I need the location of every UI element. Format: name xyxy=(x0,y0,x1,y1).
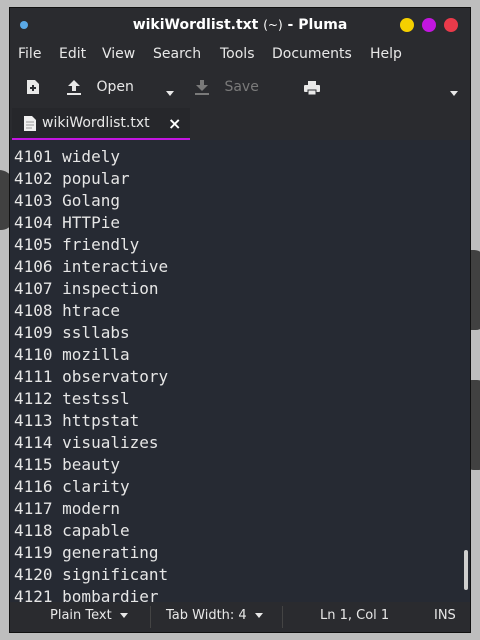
editor-line: 4104 HTTPie xyxy=(14,213,120,232)
menu-search[interactable]: Search xyxy=(153,46,201,62)
chevron-down-icon xyxy=(119,613,128,618)
editor-line: 4105 friendly xyxy=(14,235,140,254)
print-button[interactable] xyxy=(304,80,320,96)
editor-line: 4102 popular xyxy=(14,169,130,188)
chevron-down-icon xyxy=(450,90,458,96)
text-editor[interactable]: 4100 alternative4101 widely4102 popular4… xyxy=(10,140,462,602)
editor-line: 4111 observatory xyxy=(14,367,169,386)
window-title-app: - Pluma xyxy=(287,17,348,33)
window-title-filename: wikiWordlist.txt xyxy=(132,17,259,33)
close-window-button[interactable] xyxy=(444,18,458,32)
syntax-selector[interactable]: Plain Text xyxy=(50,608,128,623)
status-divider xyxy=(282,606,283,628)
insert-mode: INS xyxy=(434,608,456,623)
editor-line: 4110 mozilla xyxy=(14,345,130,364)
upload-arrow-icon xyxy=(67,80,81,95)
chevron-down-icon xyxy=(254,613,263,618)
editor-lines: 4100 alternative4101 widely4102 popular4… xyxy=(14,140,168,602)
menu-documents[interactable]: Documents xyxy=(272,46,352,62)
save-button[interactable]: Save xyxy=(194,78,259,96)
editor-line: 4107 inspection xyxy=(14,279,159,298)
cursor-position: Ln 1, Col 1 xyxy=(320,608,390,623)
editor-line: 4116 clarity xyxy=(14,477,130,496)
toolbar: Open Save xyxy=(10,68,470,108)
editor-line: 4119 generating xyxy=(14,543,159,562)
menu-help[interactable]: Help xyxy=(370,46,402,62)
chevron-down-icon xyxy=(166,90,174,96)
tab-bar: wikiWordlist.txt × xyxy=(10,108,470,141)
syntax-label: Plain Text xyxy=(50,608,112,623)
tab-width-selector[interactable]: Tab Width: 4 xyxy=(166,608,263,623)
tab-width-label: Tab Width: 4 xyxy=(166,608,247,623)
download-arrow-icon xyxy=(195,80,209,95)
editor-line: 4115 beauty xyxy=(14,455,120,474)
menu-view[interactable]: View xyxy=(102,46,135,62)
editor-line: 4109 ssllabs xyxy=(14,323,130,342)
editor-line: 4114 visualizes xyxy=(14,433,159,452)
new-document-button[interactable] xyxy=(26,79,40,95)
pluma-window: wikiWordlist.txt (~) - Pluma File Edit V… xyxy=(10,8,470,632)
editor-line: 4108 htrace xyxy=(14,301,120,320)
text-file-icon xyxy=(24,116,36,131)
editor-line: 4106 interactive xyxy=(14,257,169,276)
menu-file[interactable]: File xyxy=(18,46,41,62)
menu-tools[interactable]: Tools xyxy=(220,46,255,62)
save-label: Save xyxy=(224,79,259,95)
editor-line: 4113 httpstat xyxy=(14,411,140,430)
tab-label: wikiWordlist.txt xyxy=(42,115,150,131)
editor-line: 4118 capable xyxy=(14,521,130,540)
editor-line: 4121 bombardier xyxy=(14,587,159,602)
open-button[interactable]: Open xyxy=(66,78,134,96)
toolbar-overflow-button[interactable] xyxy=(446,85,458,101)
open-dropdown-button[interactable] xyxy=(162,85,174,101)
title-bar: wikiWordlist.txt (~) - Pluma xyxy=(10,8,470,42)
editor-line: 4103 Golang xyxy=(14,191,120,210)
editor-line: 4112 testssl xyxy=(14,389,130,408)
vertical-scrollbar[interactable] xyxy=(462,140,470,602)
status-divider xyxy=(150,606,151,628)
minimize-button[interactable] xyxy=(400,18,414,32)
status-bar: Plain Text Tab Width: 4 Ln 1, Col 1 INS xyxy=(10,602,470,632)
printer-icon xyxy=(304,81,320,95)
menu-bar: File Edit View Search Tools Documents He… xyxy=(10,42,470,68)
open-label: Open xyxy=(96,79,134,95)
window-title-path: (~) xyxy=(263,18,283,32)
editor-line: 4120 significant xyxy=(14,565,169,584)
maximize-button[interactable] xyxy=(422,18,436,32)
editor-line: 4101 widely xyxy=(14,147,120,166)
tab-wikiwordlist[interactable]: wikiWordlist.txt × xyxy=(12,108,190,141)
new-document-icon xyxy=(27,80,39,94)
menu-edit[interactable]: Edit xyxy=(59,46,86,62)
scrollbar-thumb[interactable] xyxy=(464,550,468,590)
editor-line: 4117 modern xyxy=(14,499,120,518)
tab-close-button[interactable]: × xyxy=(168,114,181,133)
